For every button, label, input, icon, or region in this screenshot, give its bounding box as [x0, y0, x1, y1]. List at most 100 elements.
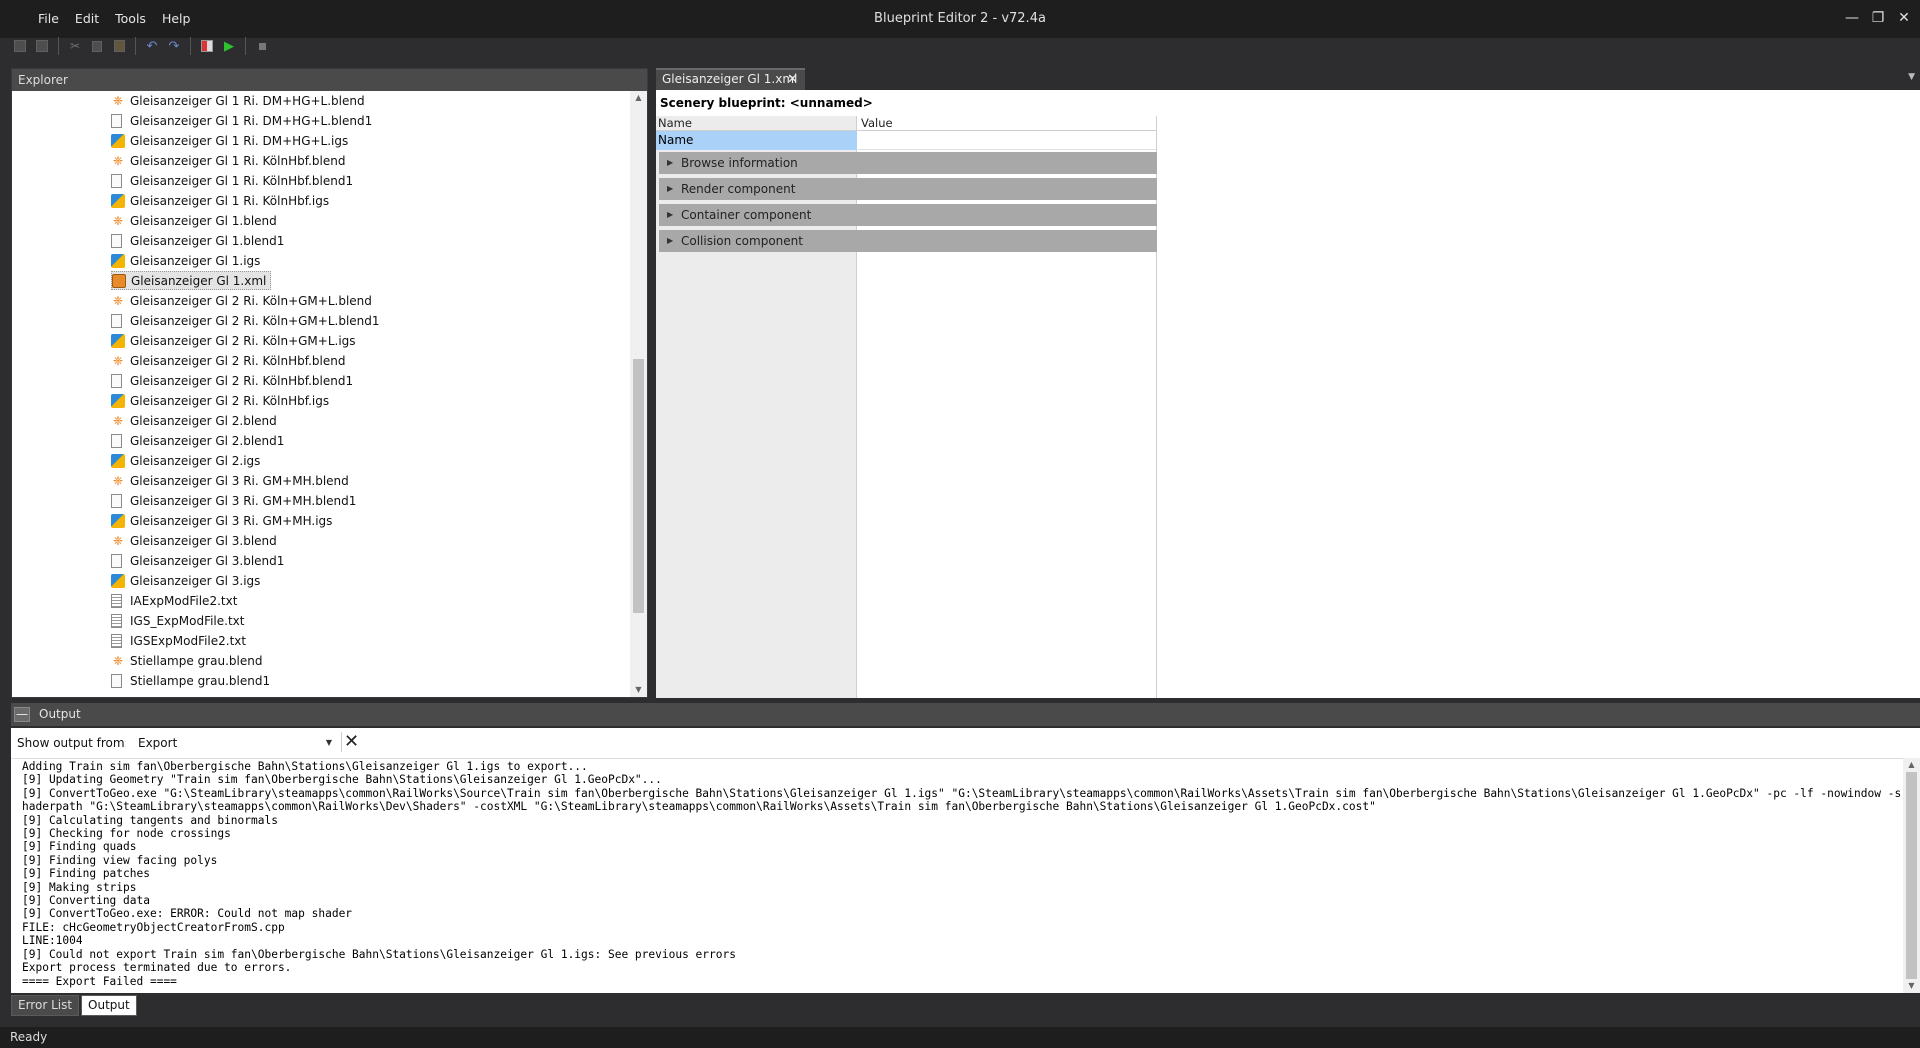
tree-item[interactable]: IGSExpModFile2.txt [111, 631, 250, 650]
cut-icon[interactable]: ✂ [65, 36, 85, 56]
output-line: [9] Finding patches [22, 867, 150, 881]
expand-arrow-icon[interactable]: ▶ [667, 204, 673, 226]
expand-arrow-icon[interactable]: ▶ [667, 178, 673, 200]
tree-item[interactable]: ❈ Gleisanzeiger Gl 3.blend [111, 531, 281, 550]
scroll-down-icon[interactable]: ▼ [630, 683, 647, 697]
scroll-up-icon[interactable]: ▲ [630, 91, 647, 105]
scroll-thumb[interactable] [633, 359, 644, 613]
collapse-icon[interactable]: — [14, 707, 30, 722]
output-header: — Output [11, 703, 1920, 726]
section-render-component[interactable]: ▶ Render component [659, 178, 1157, 200]
tree-item[interactable]: Gleisanzeiger Gl 3 Ri. GM+MH.blend1 [111, 491, 360, 510]
tree-item-label: Gleisanzeiger Gl 2 Ri. Köln+GM+L.blend [130, 293, 372, 308]
save-icon[interactable] [10, 36, 30, 56]
undo-icon[interactable]: ↶ [142, 36, 162, 56]
tree-item[interactable]: Gleisanzeiger Gl 1 Ri. KölnHbf.igs [111, 191, 333, 210]
menu-edit[interactable]: Edit [67, 11, 107, 27]
igs-file-icon [111, 333, 125, 348]
tree-item[interactable]: Gleisanzeiger Gl 2.blend1 [111, 431, 288, 450]
name-property-value[interactable] [858, 131, 1156, 150]
scroll-down-icon[interactable]: ▼ [1903, 979, 1920, 993]
editor-area: Gleisanzeiger Gl 1.xml ✕ ▼ Scenery bluep… [653, 68, 1920, 698]
stop-icon[interactable] [252, 36, 272, 56]
tree-item[interactable]: Stiellampe grau.blend1 [111, 671, 274, 690]
file-icon [111, 673, 122, 688]
tree-item[interactable]: Gleisanzeiger Gl 1.blend1 [111, 231, 288, 250]
menu-help[interactable]: Help [154, 11, 199, 27]
tree-item[interactable]: Gleisanzeiger Gl 2.igs [111, 451, 264, 470]
tree-item-label: Stiellampe grau.blend [130, 653, 263, 668]
tree-item[interactable]: Gleisanzeiger Gl 3 Ri. GM+MH.igs [111, 511, 336, 530]
output-log: Adding Train sim fan\Oberbergische Bahn\… [22, 760, 1902, 988]
tree-item[interactable]: Gleisanzeiger Gl 2 Ri. Köln+GM+L.blend1 [111, 311, 384, 330]
tree-item-label: Gleisanzeiger Gl 2 Ri. KölnHbf.blend1 [130, 373, 354, 388]
tree-item-label: IAExpModFile2.txt [130, 593, 238, 608]
expand-arrow-icon[interactable]: ▶ [667, 230, 673, 252]
explorer-scrollbar[interactable]: ▲ ▼ [630, 91, 647, 697]
tree-item[interactable]: Gleisanzeiger Gl 3.blend1 [111, 551, 288, 570]
menu-file[interactable]: File [30, 11, 67, 27]
output-scrollbar[interactable]: ▲ ▼ [1903, 758, 1920, 993]
redo-icon[interactable]: ↷ [164, 36, 184, 56]
tree-item[interactable]: ❈ Stiellampe grau.blend [111, 651, 266, 670]
file-icon [111, 433, 122, 448]
tree-item-label: Gleisanzeiger Gl 1.igs [130, 253, 261, 268]
toolbar: ✂ ↶ ↷ ▶ [10, 35, 272, 57]
close-icon[interactable]: ✕ [1896, 10, 1912, 26]
tab-output[interactable]: Output [81, 995, 137, 1016]
section-browse-information[interactable]: ▶ Browse information [659, 152, 1157, 174]
output-line: [9] Making strips [22, 880, 137, 894]
tree-item-label: Gleisanzeiger Gl 3.blend1 [130, 553, 285, 568]
output-line: [9] ConvertToGeo.exe: ERROR: Could not m… [22, 907, 353, 921]
paste-icon[interactable] [109, 36, 129, 56]
tree-item[interactable]: ❈ Gleisanzeiger Gl 2 Ri. KölnHbf.blend [111, 351, 349, 370]
chevron-down-icon: ▼ [325, 738, 332, 747]
tree-item[interactable]: Gleisanzeiger Gl 1 Ri. KölnHbf.blend1 [111, 171, 357, 190]
tree-item[interactable]: Gleisanzeiger Gl 1 Ri. DM+HG+L.blend1 [111, 111, 376, 130]
tree-item[interactable]: ❈ Gleisanzeiger Gl 2.blend [111, 411, 281, 430]
output-source-select[interactable]: Export ▼ [126, 733, 336, 753]
tree-item[interactable]: ❈ Gleisanzeiger Gl 1 Ri. DM+HG+L.blend [111, 91, 369, 110]
output-text-area[interactable]: Adding Train sim fan\Oberbergische Bahn\… [11, 758, 1920, 993]
tree-item[interactable]: ❈ Gleisanzeiger Gl 2 Ri. Köln+GM+L.blend [111, 291, 376, 310]
tree-item[interactable]: Gleisanzeiger Gl 1.igs [111, 251, 264, 270]
tree-item[interactable]: Gleisanzeiger Gl 2 Ri. Köln+GM+L.igs [111, 331, 360, 350]
scroll-thumb[interactable] [1906, 772, 1917, 979]
clear-output-icon[interactable]: ✕ [341, 732, 361, 752]
editor-tab[interactable]: Gleisanzeiger Gl 1.xml ✕ [656, 68, 805, 90]
tree-item[interactable]: Gleisanzeiger Gl 3.igs [111, 571, 264, 590]
section-collision-component[interactable]: ▶ Collision component [659, 230, 1157, 252]
section-container-component[interactable]: ▶ Container component [659, 204, 1157, 226]
save-all-icon[interactable] [32, 36, 52, 56]
tree-item[interactable]: Gleisanzeiger Gl 2 Ri. KölnHbf.blend1 [111, 371, 357, 390]
tree-item[interactable]: ❈ Gleisanzeiger Gl 1.blend [111, 211, 281, 230]
menu-tools[interactable]: Tools [107, 11, 154, 27]
toolbar-separator [245, 37, 246, 55]
name-property-label[interactable]: Name [656, 131, 857, 150]
export-icon[interactable] [197, 36, 217, 56]
output-line: [9] ConvertToGeo.exe "G:\SteamLibrary\st… [22, 786, 1902, 814]
run-icon[interactable]: ▶ [219, 36, 239, 56]
output-toolbar: Show output from: Export ▼ ✕ [11, 728, 1920, 758]
tree-item-label: Stiellampe grau.blend1 [130, 673, 271, 688]
tree-item[interactable]: Gleisanzeiger Gl 1.xml [111, 271, 272, 290]
minimize-icon[interactable]: — [1844, 10, 1860, 26]
menu-bar: File Edit Tools Help [30, 11, 198, 27]
tab-error-list[interactable]: Error List [11, 995, 80, 1016]
output-line: [9] Converting data [22, 894, 150, 908]
maximize-icon[interactable]: ❐ [1870, 10, 1886, 26]
tree-item[interactable]: ❈ Gleisanzeiger Gl 3 Ri. GM+MH.blend [111, 471, 353, 490]
tree-item-label: Gleisanzeiger Gl 1 Ri. DM+HG+L.blend [130, 93, 365, 108]
close-tab-icon[interactable]: ✕ [787, 70, 798, 89]
tree-item[interactable]: IGS_ExpModFile.txt [111, 611, 248, 630]
expand-arrow-icon[interactable]: ▶ [667, 152, 673, 174]
copy-icon[interactable] [87, 36, 107, 56]
tree-item[interactable]: Gleisanzeiger Gl 2 Ri. KölnHbf.igs [111, 391, 333, 410]
tree-item[interactable]: IAExpModFile2.txt [111, 591, 241, 610]
tree-item[interactable]: Gleisanzeiger Gl 1 Ri. DM+HG+L.igs [111, 131, 352, 150]
scroll-up-icon[interactable]: ▲ [1903, 758, 1920, 772]
window-title: Blueprint Editor 2 - v72.4a [874, 11, 1046, 26]
tree-item-label: Gleisanzeiger Gl 2.blend1 [130, 433, 285, 448]
tree-item[interactable]: ❈ Gleisanzeiger Gl 1 Ri. KölnHbf.blend [111, 151, 349, 170]
tab-list-dropdown-icon[interactable]: ▼ [1908, 72, 1915, 82]
